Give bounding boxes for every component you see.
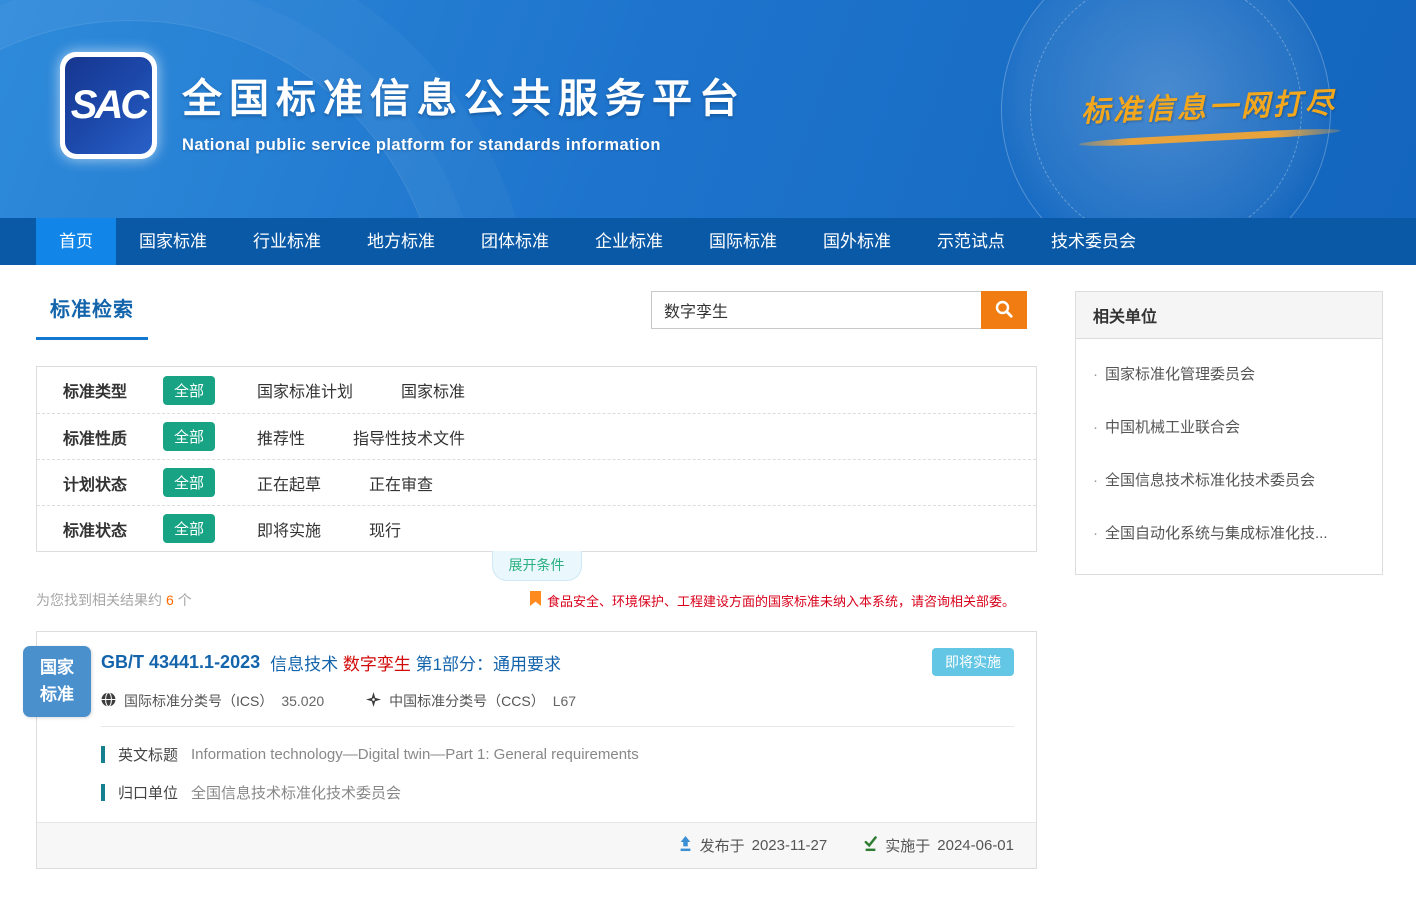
- nav-item-technical-committee[interactable]: 技术委员会: [1028, 218, 1159, 265]
- related-unit-link[interactable]: ·全国自动化系统与集成标准化技...: [1093, 506, 1365, 559]
- filter-option[interactable]: 现行: [369, 517, 401, 541]
- sac-logo-text: SAC: [71, 83, 146, 128]
- result-count-number: 6: [166, 592, 174, 608]
- search-input[interactable]: [651, 291, 981, 329]
- nav-item-enterprise-standards[interactable]: 企业标准: [572, 218, 686, 265]
- related-unit-link[interactable]: ·中国机械工业联合会: [1093, 400, 1365, 453]
- globe-icon: [101, 692, 124, 710]
- filter-option[interactable]: 即将实施: [257, 517, 321, 541]
- result-count: 为您找到相关结果约6个: [36, 590, 192, 610]
- nav-item-international-standards[interactable]: 国际标准: [686, 218, 800, 265]
- status-badge: 即将实施: [932, 648, 1014, 676]
- implement-date: 实施于 2024-06-01: [863, 835, 1014, 856]
- search-icon: [994, 299, 1014, 322]
- row-accent-bar: [101, 746, 105, 763]
- filter-label: 标准状态: [63, 517, 163, 541]
- implement-check-icon: [863, 836, 878, 856]
- search-term-highlight: 数字孪生: [343, 655, 411, 674]
- sac-logo: SAC: [60, 52, 157, 159]
- nav-item-national-standards[interactable]: 国家标准: [116, 218, 230, 265]
- filter-row-plan-status: 计划状态 全部 正在起草 正在审查: [37, 459, 1036, 505]
- nav-item-local-standards[interactable]: 地方标准: [344, 218, 458, 265]
- site-title: 全国标准信息公共服务平台: [182, 66, 746, 124]
- publish-date: 发布于 2023-11-27: [678, 835, 828, 856]
- page-title: 标准检索: [36, 291, 148, 340]
- implement-date-value: 2024-06-01: [937, 837, 1014, 854]
- nav-item-pilot[interactable]: 示范试点: [914, 218, 1028, 265]
- filter-label: 标准类型: [63, 378, 163, 402]
- related-units-title: 相关单位: [1076, 292, 1382, 339]
- site-header: SAC 全国标准信息公共服务平台 National public service…: [0, 0, 1416, 218]
- ccs-label: 中国标准分类号（CCS）: [389, 691, 545, 711]
- ccs-value: L67: [553, 693, 576, 709]
- related-units-panel: 相关单位 ·国家标准化管理委员会 ·中国机械工业联合会 ·全国信息技术标准化技术…: [1075, 291, 1383, 575]
- result-card: 国家标准 GB/T 43441.1-2023 信息技术 数字孪生 第1部分：通用…: [36, 631, 1037, 869]
- filter-label: 标准性质: [63, 425, 163, 449]
- row-accent-bar: [101, 784, 105, 801]
- nav-item-foreign-standards[interactable]: 国外标准: [800, 218, 914, 265]
- main-nav: 首页 国家标准 行业标准 地方标准 团体标准 企业标准 国际标准 国外标准 示范…: [0, 218, 1416, 265]
- standard-type-badge: 国家标准: [23, 646, 91, 717]
- english-title-label: 英文标题: [118, 744, 178, 765]
- filter-option[interactable]: 推荐性: [257, 425, 305, 449]
- compass-icon: [366, 692, 389, 710]
- filter-row-standard-type: 标准类型 全部 国家标准计划 国家标准: [37, 367, 1036, 413]
- filter-all-button[interactable]: 全部: [163, 376, 215, 405]
- publish-icon: [678, 836, 693, 856]
- dept-label: 归口单位: [118, 782, 178, 803]
- filter-panel: 标准类型 全部 国家标准计划 国家标准 标准性质 全部 推荐性 指导性技术文件 …: [36, 366, 1037, 552]
- site-subtitle: National public service platform for sta…: [182, 136, 746, 155]
- filter-label: 计划状态: [63, 471, 163, 495]
- nav-item-industry-standards[interactable]: 行业标准: [230, 218, 344, 265]
- filter-option[interactable]: 国家标准: [401, 378, 465, 402]
- nav-item-group-standards[interactable]: 团体标准: [458, 218, 572, 265]
- filter-row-standard-status: 标准状态 全部 即将实施 现行: [37, 505, 1036, 551]
- ics-value: 35.020: [281, 693, 324, 709]
- dept-value: 全国信息技术标准化技术委员会: [191, 782, 401, 803]
- nav-item-home[interactable]: 首页: [36, 218, 116, 265]
- filter-all-button[interactable]: 全部: [163, 422, 215, 451]
- filter-all-button[interactable]: 全部: [163, 468, 215, 497]
- filter-option[interactable]: 正在审查: [369, 471, 433, 495]
- publish-date-value: 2023-11-27: [752, 837, 828, 854]
- related-unit-link[interactable]: ·国家标准化管理委员会: [1093, 347, 1365, 400]
- filter-all-button[interactable]: 全部: [163, 514, 215, 543]
- filter-option[interactable]: 指导性技术文件: [353, 425, 465, 449]
- header-slogan: 标准信息一网打尽: [1053, 79, 1365, 147]
- english-title-value: Information technology—Digital twin—Part…: [191, 746, 639, 763]
- standard-title-link[interactable]: 信息技术 数字孪生 第1部分：通用要求: [270, 650, 561, 675]
- ics-label: 国际标准分类号（ICS）: [124, 691, 273, 711]
- filter-option[interactable]: 正在起草: [257, 471, 321, 495]
- filter-row-standard-nature: 标准性质 全部 推荐性 指导性技术文件: [37, 413, 1036, 459]
- expand-conditions-button[interactable]: 展开条件: [492, 551, 582, 581]
- system-notice: 食品安全、环境保护、工程建设方面的国家标准未纳入本系统，请咨询相关部委。: [530, 591, 1037, 610]
- related-unit-link[interactable]: ·全国信息技术标准化技术委员会: [1093, 453, 1365, 506]
- filter-option[interactable]: 国家标准计划: [257, 378, 353, 402]
- search-button[interactable]: [981, 291, 1027, 329]
- bookmark-icon: [530, 591, 547, 609]
- standard-code-link[interactable]: GB/T 43441.1-2023: [101, 652, 260, 673]
